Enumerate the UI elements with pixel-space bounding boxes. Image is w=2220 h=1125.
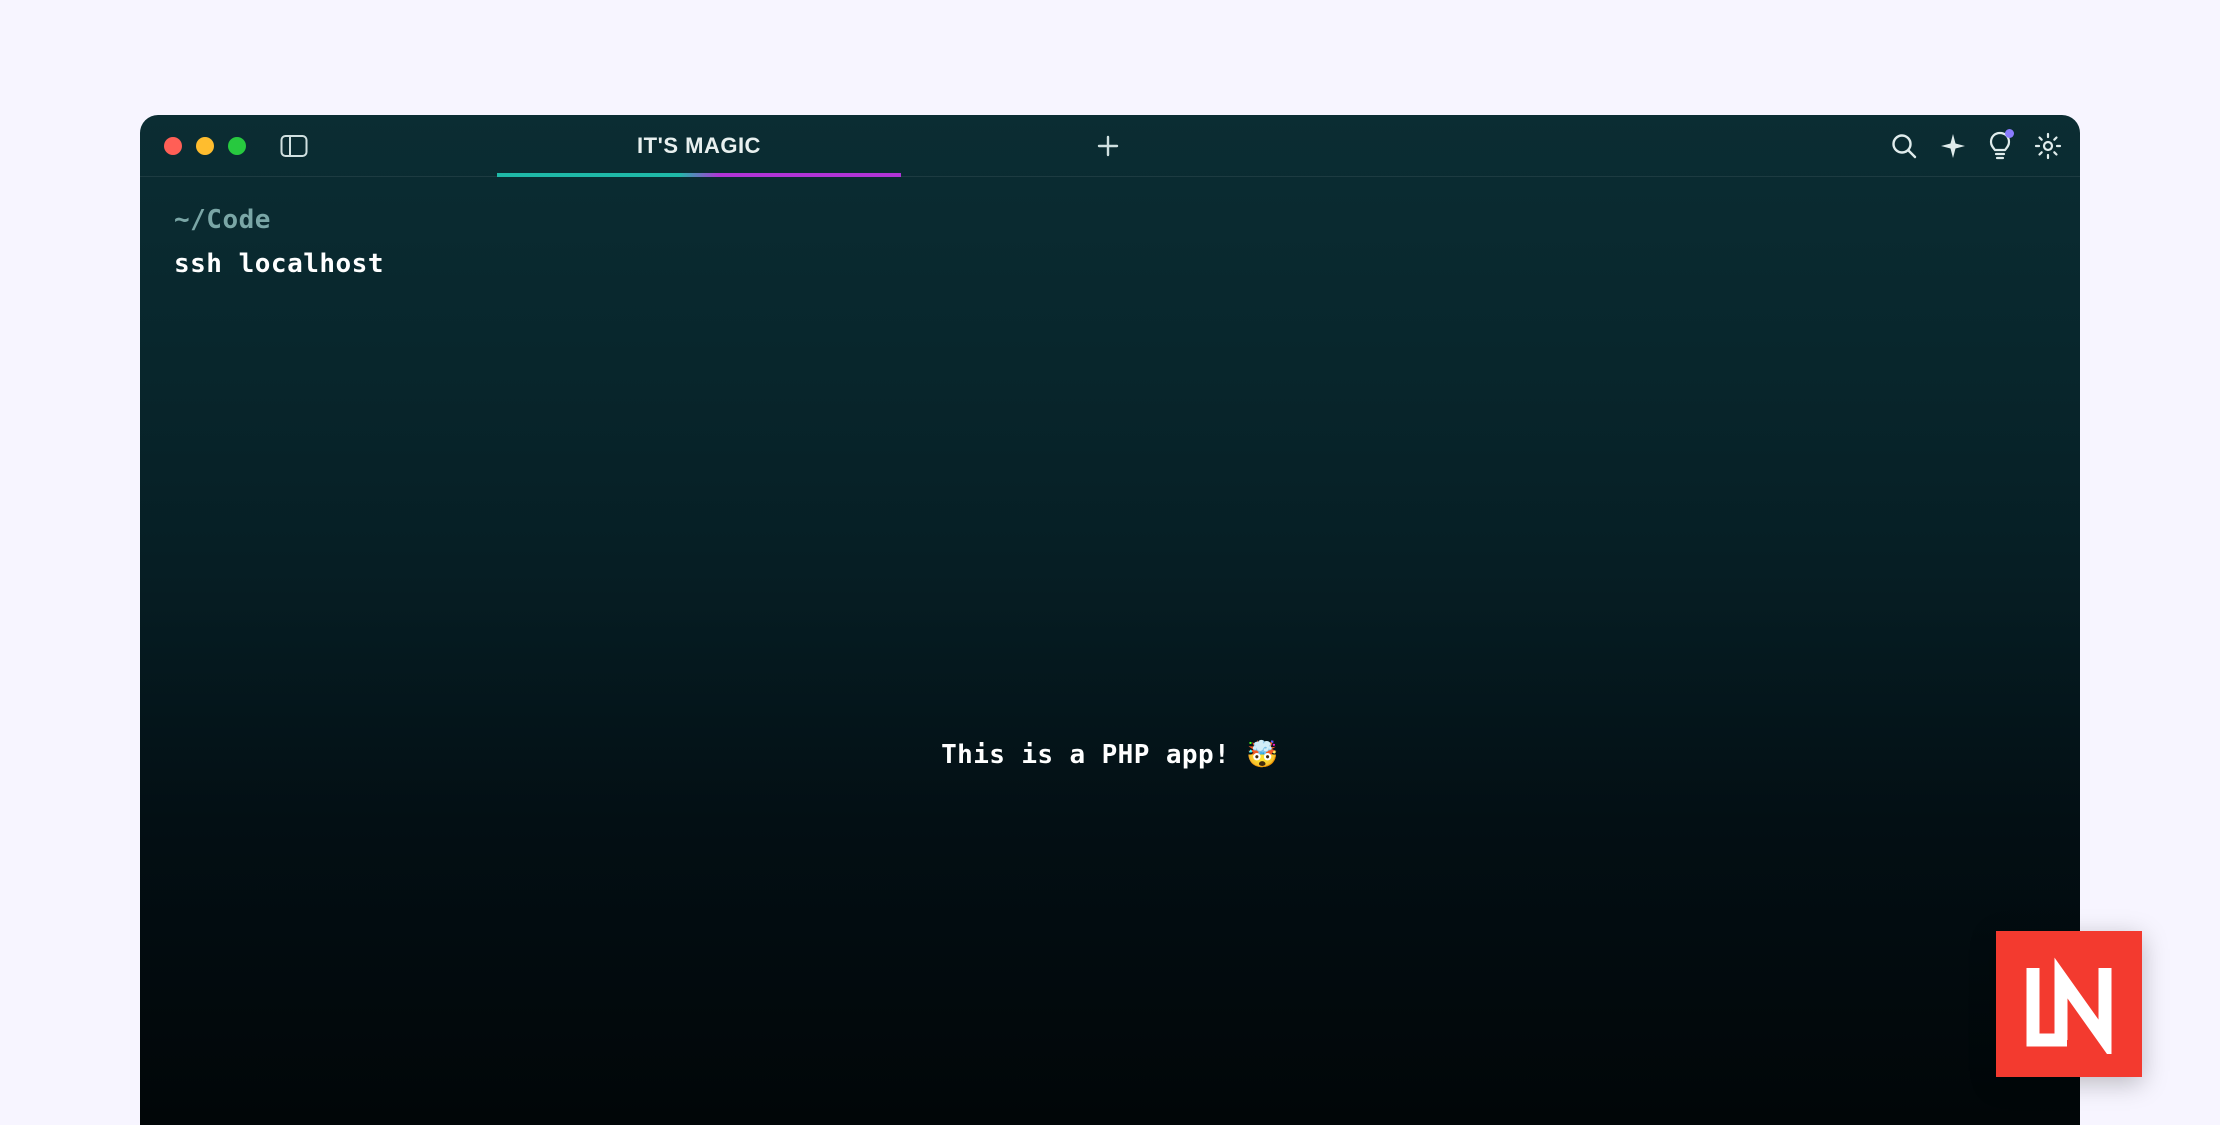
prompt-path: ~/Code [174,205,2046,235]
brand-badge [1996,931,2142,1077]
titlebar: IT'S MAGIC [140,115,2080,177]
terminal-command: ssh localhost [174,249,2046,279]
terminal-content[interactable]: ~/Code ssh localhost [140,177,2080,307]
tab-title: IT'S MAGIC [637,133,761,159]
minimize-window-button[interactable] [196,137,214,155]
split-pane-icon[interactable] [280,134,308,158]
toolbar-right [1890,115,2062,177]
lightbulb-icon[interactable] [1988,131,2012,161]
notification-dot [2005,129,2014,138]
maximize-window-button[interactable] [228,137,246,155]
gear-icon[interactable] [2034,132,2062,160]
sparkle-icon[interactable] [1940,133,1966,159]
search-icon[interactable] [1890,132,1918,160]
terminal-window: IT'S MAGIC [140,115,2080,1125]
terminal-banner: This is a PHP app! 🤯 [140,740,2080,770]
traffic-lights [140,137,246,155]
close-window-button[interactable] [164,137,182,155]
new-tab-button[interactable] [1088,115,1128,177]
tab-active[interactable]: IT'S MAGIC [497,115,901,177]
